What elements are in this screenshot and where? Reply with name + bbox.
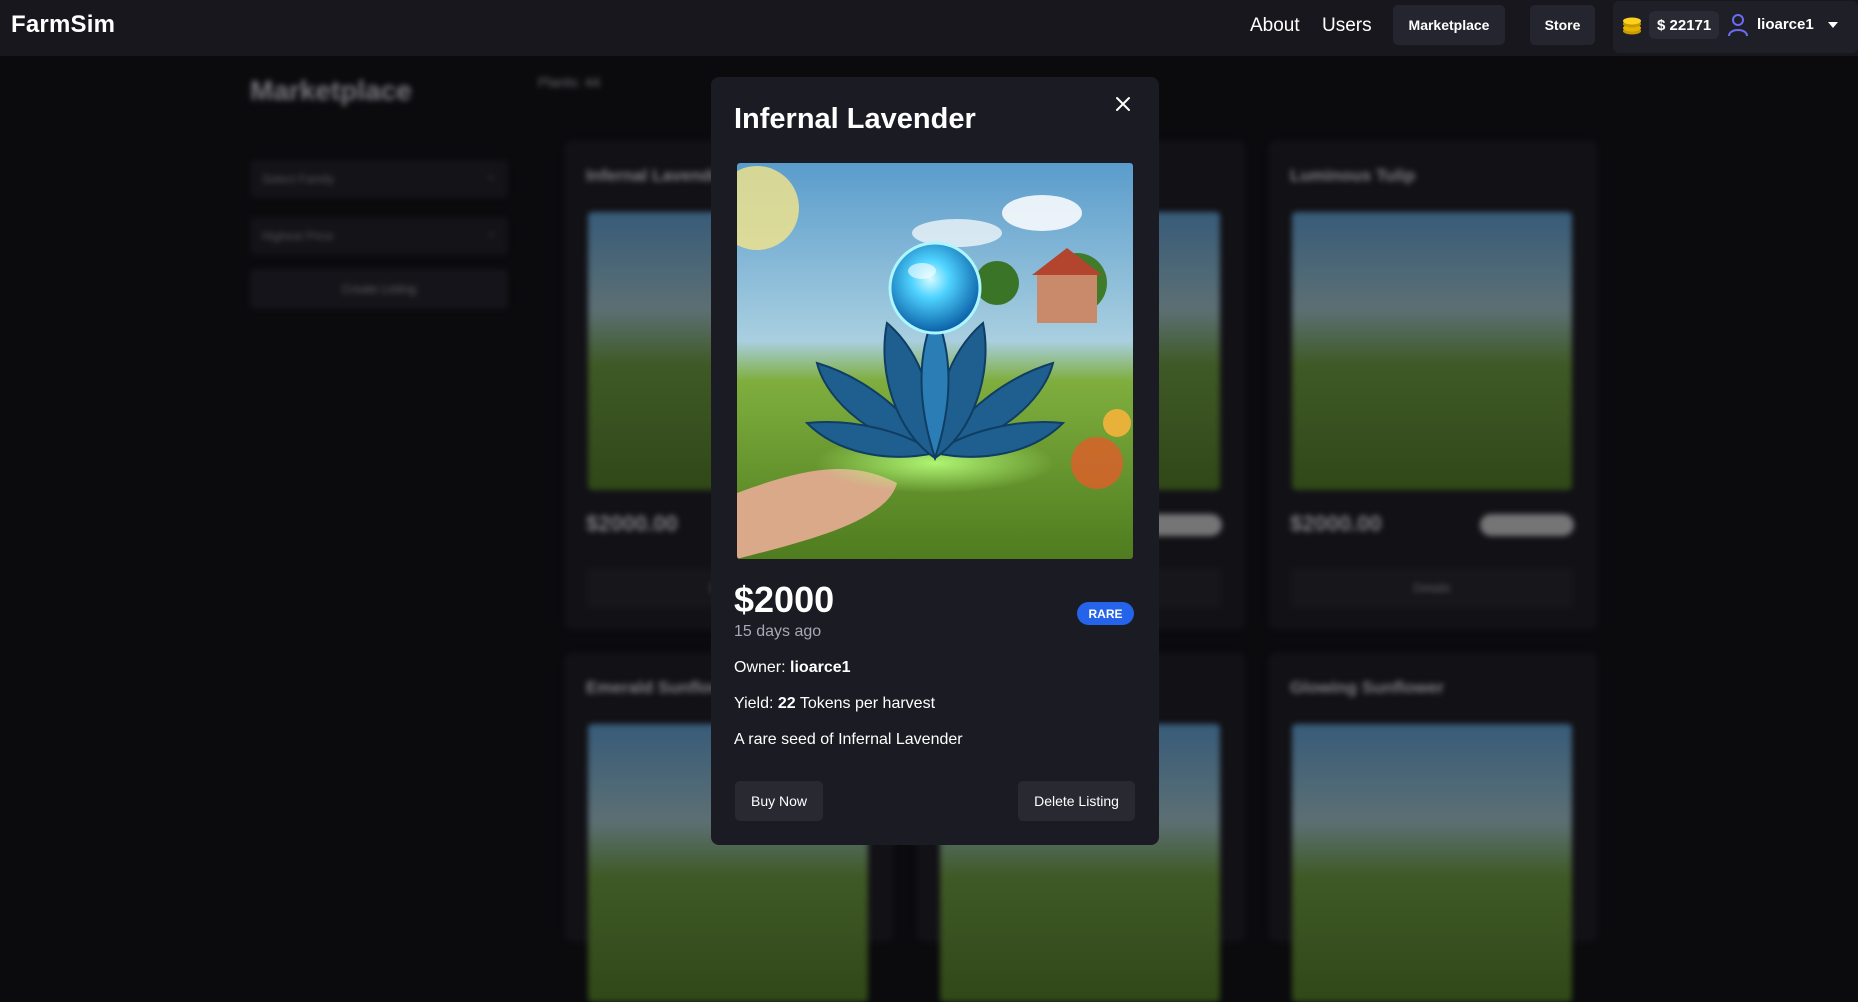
plants-count: Plants: 44 (538, 74, 601, 90)
username[interactable]: lioarce1 (1757, 16, 1814, 33)
owner-name: lioarce1 (790, 659, 851, 676)
nav-about-link[interactable]: About (1250, 15, 1300, 37)
listing-price: $2000 (734, 579, 835, 620)
top-navbar: FarmSim About Users Marketplace Store $ … (0, 0, 1858, 56)
yield-row: Yield: 22 Tokens per harvest (734, 695, 935, 713)
listed-timestamp: 15 days ago (734, 623, 822, 640)
sort-select[interactable]: Highest Price (250, 217, 508, 255)
rarity-badge: RARE (1077, 602, 1134, 625)
card-name: Luminous Tulip (1290, 166, 1416, 185)
plant-image (737, 163, 1133, 559)
card-name: Infernal Lavender (586, 166, 728, 185)
plant-card[interactable]: Luminous Tulip $2000.00 Details (1268, 140, 1598, 630)
nav-marketplace-button[interactable]: Marketplace (1393, 5, 1505, 45)
user-icon[interactable] (1727, 13, 1749, 37)
coins-icon (1623, 17, 1641, 35)
owner-row: Owner: lioarce1 (734, 659, 851, 677)
chevron-down-icon[interactable] (1828, 22, 1838, 28)
card-name: Glowing Sunflower (1290, 678, 1444, 697)
create-listing-button[interactable]: Create Listing (250, 269, 508, 309)
owner-label: Owner: (734, 659, 786, 676)
rarity-badge (1480, 514, 1574, 536)
listing-detail-modal: Infernal Lavender $2000 15 days ago RARE… (711, 77, 1159, 845)
modal-title: Infernal Lavender (734, 103, 976, 135)
delete-listing-button[interactable]: Delete Listing (1018, 781, 1135, 821)
page-title: Marketplace (250, 75, 412, 106)
listing-description: A rare seed of Infernal Lavender (734, 731, 963, 748)
buy-now-button[interactable]: Buy Now (735, 781, 823, 821)
family-select[interactable]: Select Family (250, 160, 508, 198)
card-price: $2000.00 (586, 511, 678, 536)
close-icon[interactable] (1112, 93, 1134, 115)
details-button[interactable]: Details (1290, 568, 1574, 608)
plant-card[interactable]: Glowing Sunflower (1268, 652, 1598, 1002)
yield-label: Yield: (734, 695, 774, 712)
plant-image (1292, 212, 1572, 490)
card-price: $2000.00 (1290, 511, 1382, 536)
brand-logo[interactable]: FarmSim (11, 11, 115, 39)
plant-image (1292, 724, 1572, 1002)
yield-unit: Tokens per harvest (799, 695, 936, 712)
yield-value: 22 (777, 695, 796, 712)
wallet-balance: $ 22171 (1649, 11, 1720, 39)
nav-users-link[interactable]: Users (1322, 15, 1372, 37)
nav-store-button[interactable]: Store (1530, 5, 1595, 45)
